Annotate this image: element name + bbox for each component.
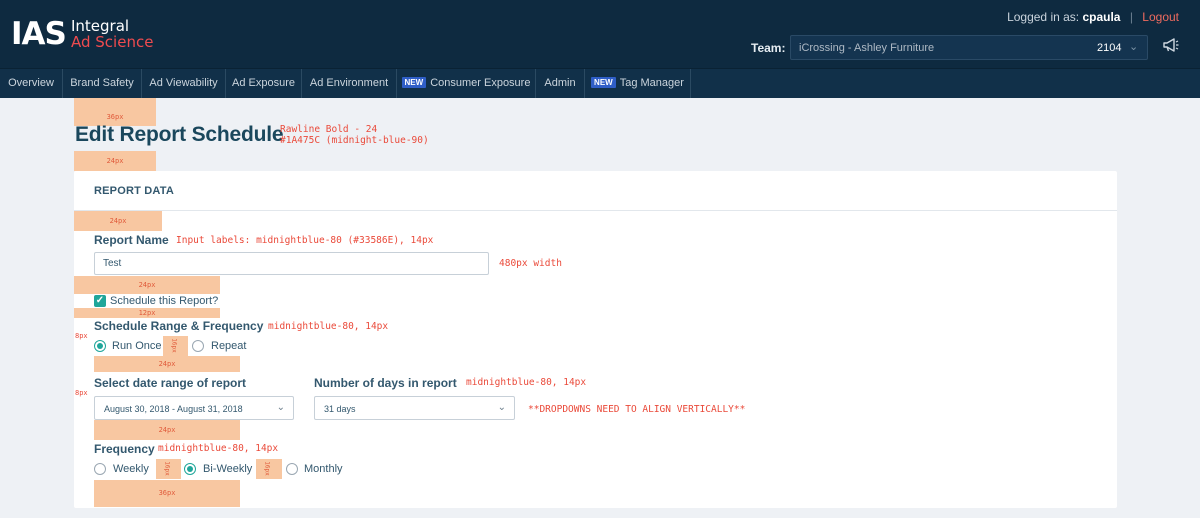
username: cpaula (1082, 10, 1121, 24)
login-status: Logged in as: cpaula | Logout (1007, 10, 1179, 24)
logo-line-1: Integral (71, 17, 130, 35)
radio-repeat[interactable] (192, 340, 204, 352)
annotation-width: 480px width (499, 258, 562, 269)
logout-link[interactable]: Logout (1142, 10, 1179, 24)
spacing-annotation: 12px (74, 308, 220, 318)
annotation-title-font: Rawline Bold - 24 (280, 124, 378, 135)
nav-label: Ad Viewability (149, 77, 218, 89)
ias-logo[interactable]: IAS (11, 16, 67, 52)
annotation-input-labels: Input labels: midnightblue-80 (#33586E),… (176, 235, 434, 246)
report-name-input[interactable] (94, 252, 489, 275)
nav-label: Consumer Exposure (430, 77, 531, 89)
vertical-spacing-label: 16px (170, 338, 178, 353)
spacing-annotation: 16px (163, 336, 188, 357)
team-label: Team: (751, 41, 786, 55)
logo-mark: IAS (11, 16, 67, 52)
card-divider (74, 210, 1117, 211)
spacing-annotation: 16px (156, 459, 181, 479)
team-number: 2104 (1097, 42, 1122, 54)
nav-item-admin[interactable]: Admin (536, 69, 585, 98)
annotation-title-color: #1A475C (midnight-blue-90) (280, 135, 429, 146)
spacing-annotation: 24px (74, 276, 220, 294)
schedule-checkbox-label: Schedule this Report? (110, 295, 219, 307)
days-dropdown[interactable]: 31 days ⌄ (314, 396, 515, 420)
chevron-down-icon: ⌄ (276, 402, 285, 413)
nav-label: Admin (544, 77, 576, 89)
spacing-annotation: 36px (94, 480, 240, 507)
logo-line-2: Ad Science (71, 33, 154, 51)
nav-label: Ad Environment (309, 77, 389, 89)
nav-item-brand-safety[interactable]: Brand Safety (63, 69, 142, 98)
team-select[interactable]: iCrossing - Ashley Furniture 2104 ⌄ (790, 35, 1148, 60)
radio-repeat-label: Repeat (211, 340, 247, 352)
nav-item-ad-environment[interactable]: Ad Environment (302, 69, 397, 98)
nav-label: Ad Exposure (232, 77, 295, 89)
nav-item-consumer-exposure[interactable]: NEW Consumer Exposure (397, 69, 536, 98)
spacing-annotation: 24px (74, 211, 162, 231)
nav-label: Tag Manager (619, 77, 684, 89)
new-badge: NEW (591, 77, 616, 88)
nav-item-ad-exposure[interactable]: Ad Exposure (226, 69, 302, 98)
annotation-dropdown-align: **DROPDOWNS NEED TO ALIGN VERTICALLY** (528, 404, 746, 415)
nav-item-tag-manager[interactable]: NEW Tag Manager (585, 69, 691, 98)
side-annotation: 8px (75, 332, 88, 340)
date-range-dropdown[interactable]: August 30, 2018 - August 31, 2018 ⌄ (94, 396, 294, 420)
nav-label: Brand Safety (70, 77, 134, 89)
team-name: iCrossing - Ashley Furniture (799, 42, 935, 54)
annotation-range: midnightblue-80, 14px (268, 321, 389, 332)
radio-bi-weekly[interactable] (184, 463, 196, 475)
spacing-annotation: 24px (94, 420, 240, 440)
vertical-spacing-label: 16px (263, 461, 271, 476)
app-header: IAS Integral Ad Science Logged in as: cp… (0, 0, 1200, 68)
chevron-down-icon: ⌄ (497, 402, 506, 413)
megaphone-icon[interactable] (1163, 38, 1179, 56)
radio-weekly-label: Weekly (113, 463, 149, 475)
report-name-label: Report Name (94, 233, 169, 247)
chevron-down-icon: ⌄ (1129, 41, 1139, 53)
spacing-annotation: 36px (74, 98, 156, 126)
logged-in-prefix: Logged in as: (1007, 10, 1080, 24)
date-range-label: Select date range of report (94, 376, 247, 390)
page-title: Edit Report Schedule (75, 123, 284, 146)
annotation-days: midnightblue-80, 14px (466, 377, 587, 388)
schedule-checkbox[interactable]: ✓ (94, 295, 106, 307)
main-nav: Overview Brand Safety Ad Viewability Ad … (0, 68, 1200, 98)
spacing-annotation: 24px (94, 356, 240, 372)
annotation-frequency: midnightblue-80, 14px (158, 443, 279, 454)
logo-wordmark: Integral Ad Science (71, 18, 153, 50)
days-label: Number of days in report (314, 376, 457, 390)
radio-bi-weekly-label: Bi-Weekly (203, 463, 253, 475)
nav-item-ad-viewability[interactable]: Ad Viewability (142, 69, 226, 98)
radio-run-once-label: Run Once (112, 340, 162, 352)
spacing-annotation: 24px (74, 151, 156, 171)
nav-item-overview[interactable]: Overview (0, 69, 63, 98)
section-header: REPORT DATA (94, 185, 175, 197)
separator: | (1129, 10, 1133, 24)
vertical-spacing-label: 16px (163, 461, 171, 476)
days-value: 31 days (324, 404, 356, 414)
radio-monthly-label: Monthly (304, 463, 343, 475)
radio-weekly[interactable] (94, 463, 106, 475)
radio-run-once[interactable] (94, 340, 106, 352)
side-annotation: 8px (75, 389, 88, 397)
nav-label: Overview (8, 77, 54, 89)
new-badge: NEW (401, 77, 427, 88)
radio-monthly[interactable] (286, 463, 298, 475)
frequency-label: Frequency (94, 442, 155, 456)
date-range-value: August 30, 2018 - August 31, 2018 (104, 404, 243, 414)
spacing-annotation: 16px (256, 459, 282, 479)
range-label: Schedule Range & Frequency (94, 319, 264, 333)
